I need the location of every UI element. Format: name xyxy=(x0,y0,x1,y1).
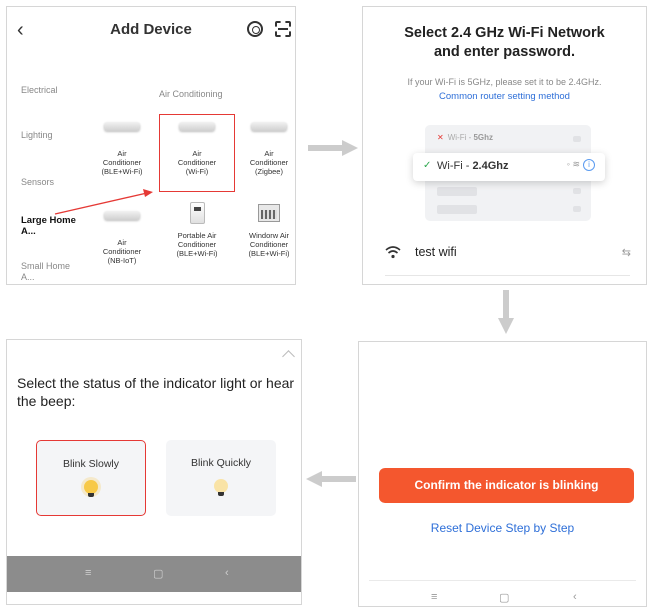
add-device-screen: ‹ Add Device Electrical Lighting Sensors… xyxy=(6,6,296,285)
option-blink-slowly[interactable]: Blink Slowly xyxy=(36,440,146,516)
bulb-icon xyxy=(214,479,228,496)
divider xyxy=(385,275,630,276)
device-label: Portable Air Conditioner (BLE+Wi-Fi) xyxy=(176,231,218,258)
home-icon[interactable]: ▢ xyxy=(153,567,163,580)
wifi-note: If your Wi-Fi is 5GHz, please set it to … xyxy=(407,77,602,87)
option-blink-quickly[interactable]: Blink Quickly xyxy=(166,440,276,516)
ssid-value[interactable]: test wifi xyxy=(415,245,457,259)
divider xyxy=(369,580,636,581)
device-label: Air Conditioner (BLE+Wi-Fi) xyxy=(101,149,143,176)
category-sensors[interactable]: Sensors xyxy=(21,177,54,188)
bulb-icon xyxy=(84,480,98,497)
device-label: Windorw Air Conditioner (BLE+Wi-Fi) xyxy=(248,231,290,258)
wifi-24ghz-row: ✓ Wi-Fi - 2.4Ghz ◦ ≋ i xyxy=(413,153,605,181)
wifi-icon xyxy=(385,246,401,259)
scan-icon[interactable] xyxy=(275,21,291,37)
device-ac-nb-iot[interactable]: Air Conditioner (NB-IoT) xyxy=(84,211,160,265)
category-small-home-appliances[interactable]: Small Home A... xyxy=(21,261,73,283)
air-conditioner-icon xyxy=(251,122,287,131)
portable-ac-icon xyxy=(189,202,205,224)
device-window-ac[interactable]: Windorw Air Conditioner (BLE+Wi-Fi) xyxy=(231,204,295,258)
back-icon[interactable]: ‹ xyxy=(573,591,577,603)
swap-network-icon[interactable]: ⇆ xyxy=(622,246,631,259)
page-title: Select 2.4 GHz Wi-Fi Network and enter p… xyxy=(404,25,605,60)
chevron-up-icon[interactable] xyxy=(282,350,295,363)
confirm-blinking-button[interactable]: Confirm the indicator is blinking xyxy=(379,468,634,503)
menu-icon[interactable]: ≡ xyxy=(431,591,437,603)
close-icon: ✕ xyxy=(437,133,444,142)
category-electrical[interactable]: Electrical xyxy=(21,85,58,96)
air-conditioner-icon xyxy=(179,122,215,131)
target-icon[interactable] xyxy=(247,21,263,37)
option-label: Blink Quickly xyxy=(190,457,252,469)
back-icon[interactable]: ‹ xyxy=(225,567,229,579)
status-question: Select the status of the indicator light… xyxy=(17,375,295,409)
flow-arrow-left xyxy=(306,471,356,487)
wifi-setup-screen: Select 2.4 GHz Wi-Fi Network and enter p… xyxy=(362,6,647,285)
system-nav-bar: ≡ ▢ ‹ xyxy=(7,556,301,592)
option-label: Blink Slowly xyxy=(62,458,120,470)
device-portable-ac[interactable]: Portable Air Conditioner (BLE+Wi-Fi) xyxy=(159,202,235,258)
air-conditioner-icon xyxy=(104,211,140,220)
wifi-icon: ≋ xyxy=(572,159,580,169)
window-ac-icon xyxy=(258,204,280,222)
device-label: Air Conditioner (Zigbee) xyxy=(249,149,289,176)
info-icon: i xyxy=(583,159,595,171)
confirm-indicator-screen: Confirm the indicator is blinking Reset … xyxy=(358,341,647,607)
device-ac-wifi[interactable]: Air Conditioner (Wi-Fi) xyxy=(159,114,235,192)
ssid-field[interactable]: test wifi ⇆ xyxy=(385,243,631,263)
indicator-status-screen: Select the status of the indicator light… xyxy=(6,339,302,605)
section-heading: Air Conditioning xyxy=(159,89,223,99)
device-ac-zigbee[interactable]: Air Conditioner (Zigbee) xyxy=(231,122,295,176)
home-icon[interactable]: ▢ xyxy=(499,591,509,604)
check-icon: ✓ xyxy=(423,160,432,171)
device-ac-ble-wifi[interactable]: Air Conditioner (BLE+Wi-Fi) xyxy=(84,122,160,176)
device-label: Air Conditioner (Wi-Fi) xyxy=(177,149,217,176)
category-large-home-appliances[interactable]: Large Home A... xyxy=(21,215,81,237)
device-label: Air Conditioner (NB-IoT) xyxy=(102,238,142,265)
reset-device-link[interactable]: Reset Device Step by Step xyxy=(359,521,646,535)
wifi-5ghz-row: ✕ Wi-Fi - 5Ghz xyxy=(437,133,494,142)
flow-arrow-down xyxy=(498,290,514,334)
flow-arrow-right xyxy=(308,140,358,156)
air-conditioner-icon xyxy=(104,122,140,131)
lock-icon: ◦ xyxy=(566,159,570,169)
category-lighting[interactable]: Lighting xyxy=(21,130,53,141)
menu-icon[interactable]: ≡ xyxy=(85,567,91,579)
router-settings-link[interactable]: Common router setting method xyxy=(363,91,646,102)
